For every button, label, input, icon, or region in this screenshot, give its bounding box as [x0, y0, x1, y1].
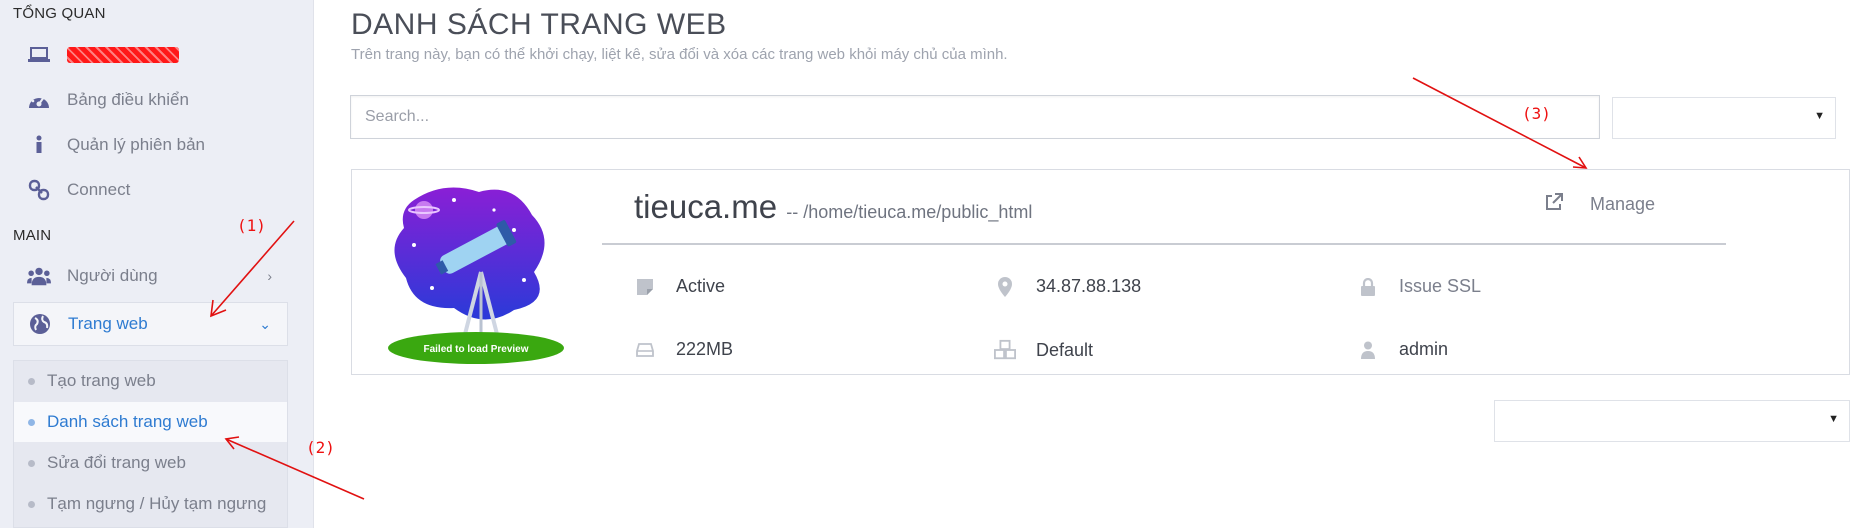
status-info: Active — [634, 276, 725, 297]
annotation-label-1: (1) — [237, 216, 266, 235]
submenu-item-label: Danh sách trang web — [47, 412, 208, 431]
sidebar-item-dashboard[interactable]: Bảng điều khiển — [13, 78, 288, 122]
annotation-arrowhead-3 — [1572, 156, 1588, 169]
sidebar: TỔNG QUAN Bảng điều khiển Quản lý phiên … — [0, 0, 314, 528]
package-info: Default — [994, 339, 1093, 361]
annotation-label-3: (3) — [1522, 104, 1551, 123]
bullet-icon — [28, 500, 35, 508]
submenu-item-suspend-website[interactable]: Tạm ngưng / Hủy tạm ngưng — [14, 484, 287, 524]
ip-value: 34.87.88.138 — [1036, 276, 1142, 296]
caret-down-icon: ▼ — [1828, 413, 1839, 425]
sidebar-item-connect[interactable]: Connect — [13, 168, 288, 212]
sidebar-item-label: Connect — [67, 180, 131, 199]
sidebar-item-label: Người dùng — [67, 266, 158, 285]
status-value: Active — [676, 276, 726, 296]
disk-usage-value: 222MB — [676, 339, 734, 359]
bullet-icon — [28, 377, 35, 385]
chevron-right-icon: › — [267, 268, 272, 284]
submenu-item-modify-website[interactable]: Sửa đổi trang web — [14, 443, 287, 483]
filter-select[interactable]: ▼ — [1612, 97, 1836, 139]
disk-info: 222MB — [634, 339, 733, 360]
submenu-item-label: Sửa đổi trang web — [47, 453, 186, 472]
user-icon — [1357, 341, 1379, 359]
owner-value: admin — [1399, 339, 1449, 359]
ip-info: 34.87.88.138 — [994, 276, 1141, 297]
page-subtitle: Trên trang này, bạn có thể khởi chạy, li… — [351, 46, 1008, 63]
pagination-select[interactable]: ▼ — [1494, 400, 1850, 442]
section-heading-main: MAIN — [13, 227, 52, 244]
sidebar-item-server[interactable] — [13, 33, 288, 77]
websites-submenu: Tạo trang web Danh sách trang web Sửa đổ… — [13, 360, 288, 528]
preview-failed-text: Failed to load Preview — [423, 344, 528, 355]
link-icon — [27, 178, 51, 202]
caret-down-icon: ▼ — [1814, 110, 1825, 122]
sidebar-item-version-management[interactable]: Quản lý phiên bản — [13, 123, 288, 167]
users-icon — [27, 264, 51, 288]
domain-name: tieuca.me — [634, 188, 778, 225]
document-root-path: -- /home/tieuca.me/public_html — [786, 202, 1033, 222]
redacted-server-name — [67, 47, 179, 63]
hard-drive-icon — [634, 342, 656, 357]
website-card: Failed to load Preview tieuca.me -- /hom… — [351, 169, 1850, 375]
card-divider — [602, 243, 1726, 245]
lock-icon — [1357, 277, 1379, 296]
search-input[interactable] — [350, 95, 1600, 139]
globe-icon — [28, 312, 52, 336]
bullet-icon — [28, 418, 35, 426]
submenu-item-label: Tạm ngưng / Hủy tạm ngưng — [47, 494, 267, 513]
bullet-icon — [28, 459, 35, 467]
page-title: DANH SÁCH TRANG WEB — [351, 8, 727, 41]
cubes-icon — [994, 339, 1016, 361]
manage-button[interactable]: Manage — [1544, 192, 1655, 217]
sidebar-item-label: Bảng điều khiển — [67, 90, 189, 109]
info-icon — [27, 133, 51, 157]
sidebar-item-users[interactable]: Người dùng › — [13, 254, 288, 298]
dashboard-icon — [27, 88, 51, 112]
submenu-item-label: Tạo trang web — [47, 371, 156, 390]
issue-ssl-link: Issue SSL — [1399, 276, 1482, 296]
submenu-item-list-websites[interactable]: Danh sách trang web — [14, 402, 287, 442]
map-marker-icon — [994, 276, 1016, 297]
ssl-info[interactable]: Issue SSL — [1357, 276, 1481, 297]
owner-info: admin — [1357, 339, 1448, 360]
chevron-down-icon: ⌄ — [259, 315, 271, 332]
sidebar-item-label: Trang web — [68, 314, 148, 333]
website-preview-image: Failed to load Preview — [384, 180, 566, 366]
sidebar-item-label: Quản lý phiên bản — [67, 135, 205, 154]
website-domain[interactable]: tieuca.me -- /home/tieuca.me/public_html — [634, 188, 1032, 226]
submenu-item-create-website[interactable]: Tạo trang web — [14, 361, 287, 401]
sidebar-item-websites[interactable]: Trang web ⌄ — [13, 302, 288, 346]
annotation-label-2: (2) — [306, 438, 335, 457]
section-heading-overview: TỔNG QUAN — [13, 5, 106, 22]
package-value: Default — [1036, 339, 1094, 360]
note-icon — [634, 278, 656, 295]
manage-label: Manage — [1590, 194, 1656, 214]
laptop-icon — [27, 43, 51, 67]
external-link-icon — [1544, 192, 1564, 217]
